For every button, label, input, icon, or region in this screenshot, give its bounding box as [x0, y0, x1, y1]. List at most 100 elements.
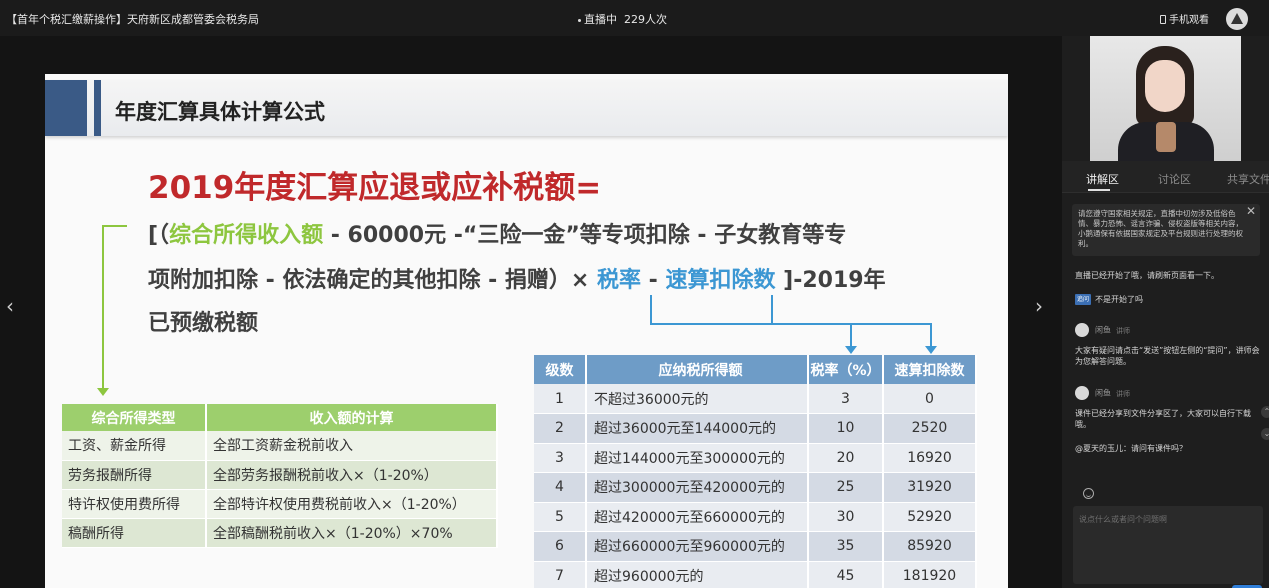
- table-cell: 超过660000元至960000元的: [586, 531, 809, 562]
- table-cell: 0: [883, 384, 977, 414]
- reply-tag: 追问: [1075, 294, 1092, 305]
- tab-shared-files[interactable]: 共享文件: [1227, 171, 1269, 187]
- table-cell: 超过300000元至420000元的: [586, 472, 809, 503]
- table-header-row: 级数 应纳税所得额 税率（%） 速算扣除数: [534, 355, 977, 384]
- top-bar: 【首年个税汇缴薪操作】天府新区成都管委会税务局 直播中 229人次 手机观看: [0, 0, 1269, 36]
- tax-rate-table: 级数 应纳税所得额 税率（%） 速算扣除数 1 不超过36000元的 3 0 2 超过3…: [534, 355, 977, 588]
- table-cell: 1: [534, 384, 587, 414]
- table-cell: 2520: [883, 413, 977, 444]
- table-row: 劳务报酬所得 全部劳务报酬税前收入×（1-20%）: [62, 460, 498, 490]
- income-connector: [102, 225, 127, 392]
- table-cell: 稿酬所得: [62, 518, 207, 548]
- table-cell: 52920: [883, 502, 977, 532]
- active-tab-indicator: [1088, 189, 1110, 191]
- presenter-video[interactable]: [1090, 36, 1241, 161]
- phone-icon: [1160, 15, 1166, 24]
- avatar: [1075, 386, 1089, 400]
- chat-input[interactable]: 说点什么或者问个问题啊: [1073, 506, 1263, 584]
- table-cell: 25: [808, 472, 884, 503]
- chat-user-name: 闲鱼: [1095, 388, 1111, 398]
- chat-message: 直播已经开始了哦，请刷新页面看一下。: [1075, 271, 1219, 280]
- live-status: 直播中 229人次: [578, 11, 667, 27]
- table-cell: 超过960000元的: [586, 561, 809, 588]
- table-cell: 3: [808, 384, 884, 414]
- column-header: 速算扣除数: [883, 355, 977, 384]
- table-row: 工资、薪金所得 全部工资薪金税前收入: [62, 431, 498, 461]
- chat-message-text: 不是开始了吗: [1095, 295, 1144, 304]
- presentation-slide: 年度汇算具体计算公式 2019年度汇算应退或应补税额= [（综合所得收入额 - …: [45, 74, 1008, 588]
- table-cell: 全部稿酬税前收入×（1-20%）×70%: [206, 518, 498, 548]
- table-header-row: 综合所得类型 收入额的计算: [62, 404, 498, 431]
- table-cell: 3: [534, 443, 587, 473]
- table-cell: 超过144000元至300000元的: [586, 443, 809, 473]
- mobile-watch-button[interactable]: 手机观看: [1160, 11, 1209, 26]
- table-cell: 6: [534, 531, 587, 562]
- viewer-count: 229人次: [624, 13, 667, 26]
- column-header: 应纳税所得额: [586, 355, 809, 384]
- table-cell: 20: [808, 443, 884, 473]
- chat-user-role: 讲师: [1116, 389, 1130, 398]
- table-cell: 7: [534, 561, 587, 588]
- tab-discussion[interactable]: 讨论区: [1158, 171, 1191, 187]
- column-header: 级数: [534, 355, 587, 384]
- table-row: 3 超过144000元至300000元的 20 16920: [534, 443, 977, 473]
- table-cell: 劳务报酬所得: [62, 460, 207, 490]
- table-row: 6 超过660000元至960000元的 35 85920: [534, 531, 977, 562]
- notice-text: 请您遵守国家相关规定，直播中切勿涉及低俗色情、暴力恐怖、谣言诈骗、侵权盗版等相关…: [1078, 209, 1243, 248]
- rate-arrow-icon: [845, 346, 857, 354]
- table-row: 2 超过36000元至144000元的 10 2520: [534, 413, 977, 444]
- rules-notice: 请您遵守国家相关规定，直播中切勿涉及低俗色情、暴力恐怖、谣言诈骗、侵权盗版等相关…: [1072, 204, 1260, 256]
- table-cell: 35: [808, 531, 884, 562]
- table-row: 7 超过960000元的 45 181920: [534, 561, 977, 588]
- table-cell: 全部特许权使用费税前收入×（1-20%）: [206, 489, 498, 519]
- chat-user: 闲鱼 讲师: [1075, 323, 1130, 337]
- table-cell: 2: [534, 413, 587, 444]
- tab-explanation[interactable]: 讲解区: [1086, 171, 1119, 187]
- deduction-arrow-icon: [925, 346, 937, 354]
- income-arrow-icon: [97, 388, 109, 396]
- table-cell: 不超过36000元的: [586, 384, 809, 414]
- chat-user: 闲鱼 讲师: [1075, 386, 1130, 400]
- stream-title: 【首年个税汇缴薪操作】天府新区成都管委会税务局: [6, 13, 259, 26]
- table-row: 特许权使用费所得 全部特许权使用费税前收入×（1-20%）: [62, 489, 498, 519]
- user-avatar[interactable]: [1226, 8, 1248, 30]
- chat-message: 课件已经分享到文件分享区了，大家可以自行下载哦。: [1075, 409, 1251, 429]
- table-cell: 超过420000元至660000元的: [586, 502, 809, 532]
- table-row: 稿酬所得 全部稿酬税前收入×（1-20%）×70%: [62, 518, 498, 548]
- table-cell: 4: [534, 472, 587, 503]
- table-cell: 特许权使用费所得: [62, 489, 207, 519]
- close-icon[interactable]: ✕: [1246, 205, 1256, 217]
- mobile-watch-label: 手机观看: [1169, 15, 1209, 26]
- table-cell: 全部工资薪金税前收入: [206, 431, 498, 461]
- next-slide-arrow-icon[interactable]: ›: [1035, 294, 1043, 318]
- income-type-table: 综合所得类型 收入额的计算 工资、薪金所得 全部工资薪金税前收入 劳务报酬所得 全部…: [62, 404, 498, 548]
- table-cell: 工资、薪金所得: [62, 431, 207, 461]
- live-status-label: 直播中: [584, 13, 617, 26]
- table-cell: 5: [534, 502, 587, 532]
- prev-slide-arrow-icon[interactable]: ‹: [6, 294, 14, 318]
- panel-tabs: 讲解区 讨论区 共享文件: [1062, 161, 1269, 193]
- chat-message: 追问 不是开始了吗: [1075, 294, 1143, 305]
- chat-user-name: 闲鱼: [1095, 325, 1111, 335]
- chat-user-role: 讲师: [1116, 326, 1130, 335]
- rate-connector: [650, 295, 852, 350]
- table-cell: 超过36000元至144000元的: [586, 413, 809, 444]
- table-row: 5 超过420000元至660000元的 30 52920: [534, 502, 977, 532]
- table-cell: 31920: [883, 472, 977, 503]
- emoji-icon[interactable]: [1083, 488, 1094, 499]
- slide-stage: ‹ › 年度汇算具体计算公式 2019年度汇算应退或应补税额= [（综合所得收入…: [0, 36, 1062, 588]
- chat-message: 大家有疑问请点击“发送”按钮左侧的“提问”，讲师会为您解答问题。: [1075, 346, 1260, 366]
- column-header: 收入额的计算: [206, 404, 498, 431]
- table-cell: 30: [808, 502, 884, 532]
- side-panel: 讲解区 讨论区 共享文件 请您遵守国家相关规定，直播中切勿涉及低俗色情、暴力恐怖…: [1062, 36, 1269, 588]
- table-cell: 16920: [883, 443, 977, 473]
- scroll-down-icon[interactable]: ⌄: [1261, 428, 1269, 440]
- table-row: 1 不超过36000元的 3 0: [534, 384, 977, 414]
- scroll-up-icon[interactable]: ⌃: [1261, 406, 1269, 418]
- avatar: [1075, 323, 1089, 337]
- table-cell: 181920: [883, 561, 977, 588]
- table-cell: 85920: [883, 531, 977, 562]
- column-header: 税率（%）: [808, 355, 884, 384]
- chat-input-placeholder: 说点什么或者问个问题啊: [1079, 515, 1167, 524]
- chat-message: @夏天的玉儿：请问有课件吗？: [1075, 444, 1187, 453]
